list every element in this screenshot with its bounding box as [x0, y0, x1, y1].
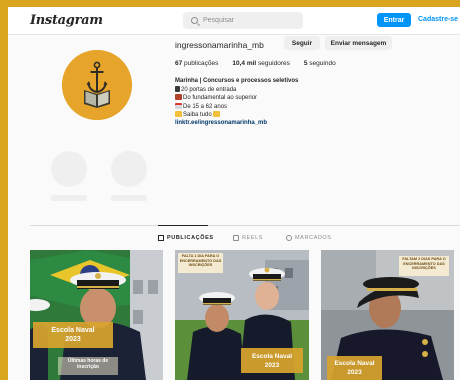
bio-name: Marinha | Concursos e processos seletivo…	[175, 78, 299, 84]
following-stat[interactable]: 5 seguindo	[304, 60, 336, 67]
anchor-emoji-icon	[175, 85, 180, 92]
signup-link[interactable]: Cadastre-se	[418, 16, 458, 23]
tab-posts[interactable]: PUBLICAÇÕES	[158, 235, 214, 241]
highlight-placeholder[interactable]	[111, 151, 147, 187]
follow-button[interactable]: Seguir	[284, 36, 320, 50]
pointing-hand-emoji-icon	[175, 111, 182, 118]
post-thumbnail[interactable]: Escola Naval 2023 Últimas horas de inscr…	[30, 250, 163, 380]
search-icon	[191, 17, 198, 24]
grid-icon	[158, 235, 164, 241]
tab-tagged[interactable]: MARCADOS	[286, 235, 332, 241]
tab-reels[interactable]: REELS	[233, 235, 263, 241]
search-placeholder: Pesquisar	[203, 17, 235, 24]
profile-username: ingressonamarinha_mb	[175, 40, 264, 50]
top-header: Instagram Pesquisar Entrar Cadastre-se	[8, 7, 460, 35]
bio-line-2: Do fundamental ao superior	[175, 94, 298, 103]
bio-line-1: 20 portas de entrada	[175, 85, 298, 95]
anchor-logo-icon	[62, 50, 132, 120]
calendar-emoji-icon	[175, 102, 182, 109]
followers-stat[interactable]: 10,4 mil seguidores	[232, 60, 289, 67]
book-emoji-icon	[175, 94, 182, 101]
highlight-label-placeholder	[111, 195, 147, 201]
bio-line-4: Saiba tudo	[175, 111, 298, 120]
profile-stats: 67 publicações 10,4 mil seguidores 5 seg…	[175, 60, 336, 67]
post-badge: FALTA 1 DIA PARA O ENCERRAMENTO DAS INSC…	[178, 253, 223, 273]
profile-bio: Marinha | Concursos e processos seletivo…	[175, 78, 298, 128]
instagram-logo[interactable]: Instagram	[30, 13, 103, 28]
search-input[interactable]: Pesquisar	[183, 12, 303, 29]
post-thumbnail[interactable]: FALTA 1 DIA PARA O ENCERRAMENTO DAS INSC…	[175, 250, 309, 380]
pointing-hand-emoji-icon	[212, 111, 220, 118]
reels-icon	[233, 235, 239, 241]
page-frame: Instagram Pesquisar Entrar Cadastre-se i…	[8, 7, 460, 380]
profile-avatar[interactable]	[62, 50, 132, 120]
post-thumbnail[interactable]: FALTAM 2 DIAS PARA O ENCERRAMENTO DAS IN…	[321, 250, 454, 380]
post-caption-overlay: Escola Naval 2023	[327, 356, 382, 380]
highlight-placeholder[interactable]	[51, 151, 87, 187]
tabs-divider	[30, 225, 460, 226]
active-tab-indicator	[158, 225, 208, 226]
send-message-button[interactable]: Enviar mensagem	[325, 36, 392, 50]
post-caption-overlay: Escola Naval 2023	[241, 348, 303, 373]
login-button[interactable]: Entrar	[377, 13, 411, 27]
posts-stat: 67 publicações	[175, 60, 219, 67]
tagged-icon	[286, 235, 292, 241]
post-badge: Últimas horas de inscrição	[58, 357, 118, 375]
bio-link[interactable]: linktr.ee/ingressonamarinha_mb	[175, 120, 298, 128]
post-caption-overlay: Escola Naval 2023	[33, 322, 113, 348]
highlight-label-placeholder	[51, 195, 87, 201]
bio-line-3: De 15 a 62 anos	[175, 102, 298, 112]
post-badge: FALTAM 2 DIAS PARA O ENCERRAMENTO DAS IN…	[399, 256, 449, 276]
